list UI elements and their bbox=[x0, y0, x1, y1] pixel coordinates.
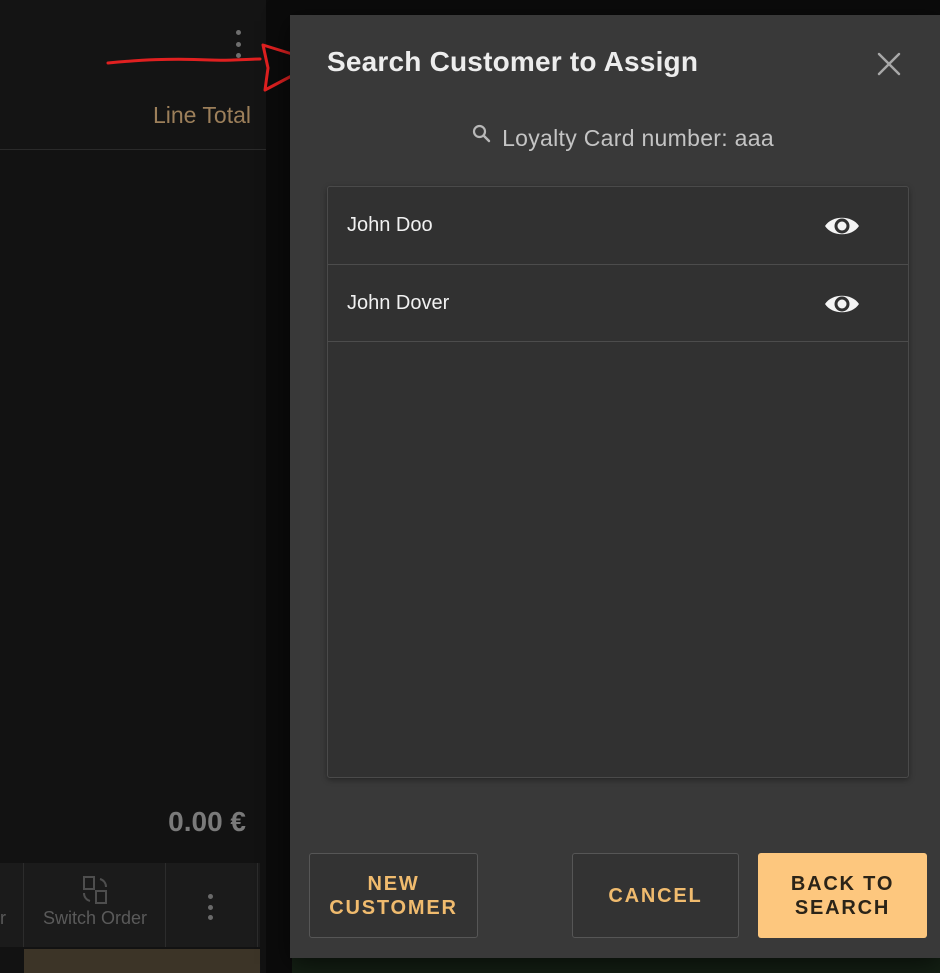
new-customer-button[interactable]: NEW CUSTOMER bbox=[309, 853, 478, 938]
customer-results-list: John Doo John Dover bbox=[327, 186, 909, 778]
customer-name: John Dover bbox=[347, 291, 450, 314]
back-to-search-button[interactable]: BACK TO SEARCH bbox=[758, 853, 927, 938]
switch-order-label: Switch Order bbox=[42, 908, 148, 928]
search-icon bbox=[472, 124, 491, 142]
eye-icon[interactable] bbox=[822, 289, 862, 319]
customer-name: John Doo bbox=[347, 214, 433, 236]
annotation-arrow-icon bbox=[106, 43, 320, 92]
list-item[interactable]: John Doo bbox=[328, 187, 908, 265]
cancel-button[interactable]: CANCEL bbox=[572, 853, 739, 938]
footer-strip bbox=[292, 957, 940, 973]
action-cell-partial[interactable]: r bbox=[0, 863, 24, 947]
partial-action-label: r bbox=[0, 908, 6, 928]
list-item[interactable]: John Dover bbox=[328, 265, 908, 342]
search-summary: Loyalty Card number: aaa bbox=[290, 124, 940, 152]
dialog-title: Search Customer to Assign bbox=[327, 46, 699, 77]
bottom-action-button[interactable] bbox=[24, 949, 260, 973]
kebab-menu-icon bbox=[204, 894, 216, 920]
switch-order-button[interactable]: Switch Order bbox=[24, 863, 166, 947]
close-icon[interactable] bbox=[874, 49, 904, 79]
pos-order-panel: Line Total 0.00 € r Switch Order bbox=[0, 0, 266, 973]
line-total-header: Line Total bbox=[152, 102, 251, 128]
more-actions-button[interactable] bbox=[166, 863, 258, 947]
search-customer-dialog: Search Customer to Assign Loyalty Card n… bbox=[290, 15, 940, 958]
order-total-amount: 0.00 € bbox=[168, 806, 246, 837]
search-query-text: Loyalty Card number: aaa bbox=[502, 125, 774, 151]
eye-icon[interactable] bbox=[822, 211, 862, 241]
switch-order-icon bbox=[83, 876, 107, 904]
